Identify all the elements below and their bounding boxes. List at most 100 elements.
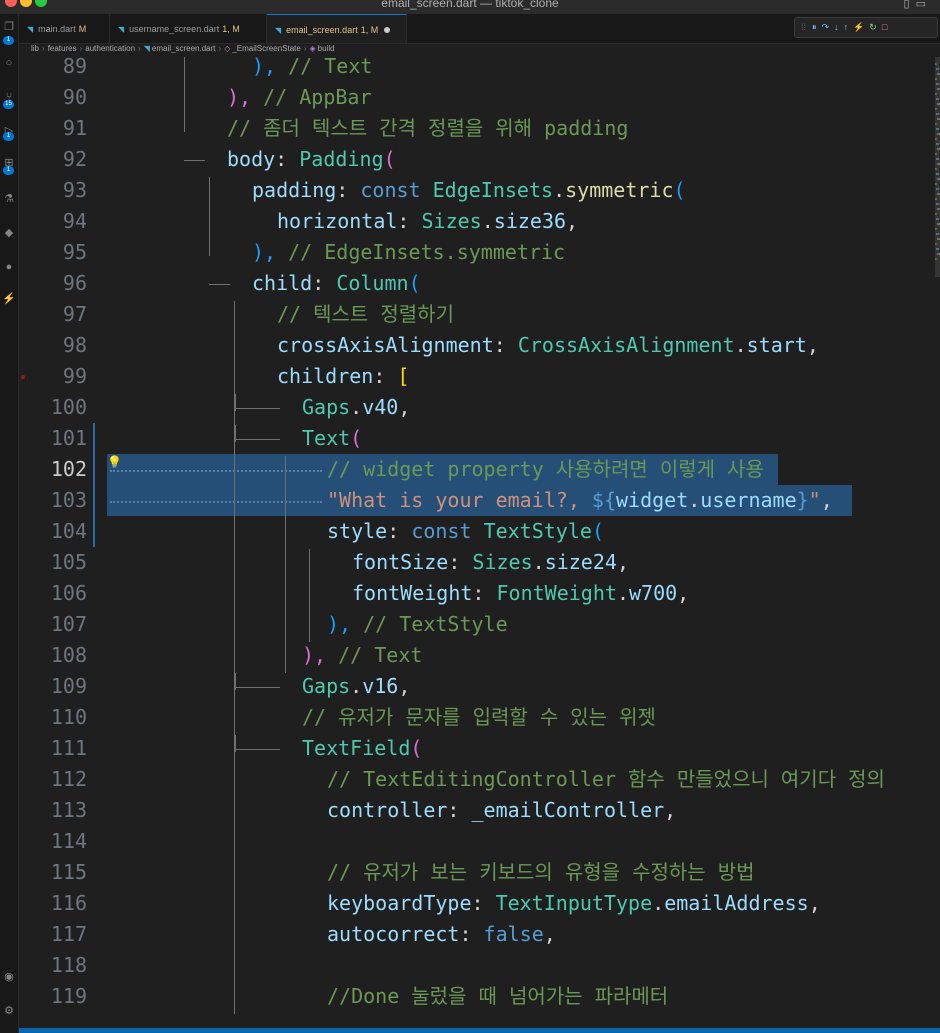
code-token: _emailController [471,798,665,822]
github-icon[interactable]: ● [0,260,18,274]
pause-icon[interactable]: ⏸ [812,22,822,32]
code-token: fontSize [352,550,449,574]
remote-icon[interactable]: ⚡ [0,292,18,306]
restart-icon[interactable]: ↻ [869,22,882,32]
code-line[interactable]: keyboardType: TextInputType.emailAddress… [327,888,821,919]
vertical-scrollbar[interactable] [935,57,940,277]
code-token: controller [327,798,448,822]
code-line[interactable]: // 텍스트 정렬하기 [277,299,454,330]
tab-username-screen-dart[interactable]: ◥ username_screen.dart 1, M [110,14,267,43]
step-over-icon[interactable]: ↷ [822,22,835,32]
code-token: [ [397,364,410,388]
breadcrumb-lib[interactable]: lib [31,44,39,53]
dart-file-icon: ◥ [143,44,150,53]
breadcrumb-authentication[interactable]: authentication [85,44,135,53]
code-line[interactable]: "What is your email?, ${widget.username}… [327,485,833,516]
code-token: . [350,674,363,698]
horizontal-scrollbar[interactable] [19,1028,940,1033]
code-line[interactable]: // 유저가 문자를 입력할 수 있는 위젯 [302,702,656,733]
code-line[interactable]: ), // Text [302,640,422,671]
code-line[interactable]: //Done 눌렀을 때 넘어가는 파라메터 [327,981,668,1012]
code-token: : [397,209,422,233]
settings-gear-icon[interactable]: ⚙ [0,1004,18,1018]
tab-email-screen-dart[interactable]: ◥ email_screen.dart 1, M [267,14,407,43]
code-token: body [227,147,276,171]
breadcrumb-file[interactable]: email_screen.dart [152,44,216,53]
testing-icon[interactable]: ⚗ [0,192,18,206]
breadcrumb-method[interactable]: build [318,44,335,53]
search-icon[interactable]: ○ [0,56,18,70]
code-area[interactable]: ), // Text), // AppBar// 좀더 텍스트 간격 정렬을 위… [19,57,940,1033]
code-line[interactable]: body: Padding( [227,144,396,175]
tab-main-dart[interactable]: ◥ main.dart M [19,14,110,43]
code-token: widget [616,488,689,512]
dart-file-icon: ◥ [118,25,125,34]
step-into-icon[interactable]: ↓ [834,22,844,32]
code-line[interactable]: Text( [302,423,362,454]
code-token: keyboardType [327,891,472,915]
code-line[interactable]: controller: _emailController, [327,795,676,826]
code-editor[interactable]: 89 90 91 92 93 94 95 96 97 98 99 100 101 102 103 104 105… [19,57,940,1033]
code-token: . [616,581,629,605]
code-line[interactable]: ), // Text [252,57,372,82]
code-line[interactable]: crossAxisAlignment: CrossAxisAlignment.s… [277,330,819,361]
stop-icon[interactable]: □ [882,22,892,32]
code-line[interactable]: Gaps.v40, [302,392,410,423]
explorer-icon[interactable]: ❐ [0,20,18,34]
code-line[interactable]: // widget property 사용하려면 이렇게 사용 [327,454,764,485]
code-line[interactable]: // 좀더 텍스트 간격 정렬을 위해 padding [227,113,628,144]
code-token: : [275,147,300,171]
code-token: : [336,178,361,202]
code-line[interactable]: // TextEditingController 함수 만들었으니 여기다 정의 [327,764,885,795]
code-token: symmetric [565,178,674,202]
code-token: : [472,581,497,605]
code-line[interactable]: child: Column( [252,268,421,299]
code-token: FontWeight [496,581,617,605]
lightbulb-icon[interactable]: 💡 [107,455,122,469]
code-line[interactable]: autocorrect: false, [327,919,556,950]
run-debug-badge: 1 [3,132,14,141]
code-token: ( [408,271,421,295]
tree-guide [235,749,280,750]
code-token: TextInputType [495,891,653,915]
code-token: ), [252,240,289,264]
drag-grip-icon[interactable]: ⁞⁞ [801,22,806,32]
code-token: , [543,922,556,946]
code-line[interactable]: Gaps.v16, [302,671,410,702]
breadcrumb-features[interactable]: features [48,44,77,53]
tree-guide [209,284,230,285]
code-token: Padding [299,147,384,171]
flutter-icon[interactable]: ◆ [0,226,18,240]
split-editor-icon[interactable]: ▭ [916,0,932,10]
code-token: . [481,209,494,233]
code-line[interactable]: fontWeight: FontWeight.w700, [352,578,689,609]
breadcrumb-class[interactable]: _EmailScreenState [232,44,300,53]
code-line[interactable]: // 유저가 보는 키보드의 유형을 수정하는 방법 [327,857,755,888]
unsaved-dot-icon[interactable] [384,27,391,33]
code-token: // TextStyle [363,612,508,636]
code-token: // 텍스트 정렬하기 [277,302,454,326]
code-token: ), [327,612,364,636]
code-line[interactable]: style: const TextStyle( [327,516,604,547]
toggle-panel-icon[interactable]: ▯ [904,0,916,10]
step-out-icon[interactable]: ↑ [844,22,854,32]
code-token: w700 [628,581,678,605]
code-line[interactable]: ), // AppBar [227,82,372,113]
code-token: : [373,364,398,388]
code-token: . [652,891,665,915]
code-line[interactable]: padding: const EdgeInsets.symmetric( [252,175,686,206]
code-line[interactable]: TextField( [302,733,422,764]
code-line[interactable]: fontSize: Sizes.size24, [352,547,629,578]
account-icon[interactable]: ◉ [0,970,18,984]
code-token: // 좀더 텍스트 간격 정렬을 위해 padding [227,116,629,140]
code-line[interactable]: horizontal: Sizes.size36, [277,206,578,237]
code-line[interactable]: ), // TextStyle [327,609,508,640]
code-token: . [734,333,747,357]
hot-reload-icon[interactable]: ⚡ [853,22,869,32]
modified-lines-marker[interactable] [93,423,95,547]
code-line[interactable]: ), // EdgeInsets.symmetric [252,237,565,268]
layout-controls[interactable]: ▯▭ [904,0,932,10]
code-token: : [312,271,337,295]
code-line[interactable]: children: [ [277,361,409,392]
indent-guide [209,177,210,256]
